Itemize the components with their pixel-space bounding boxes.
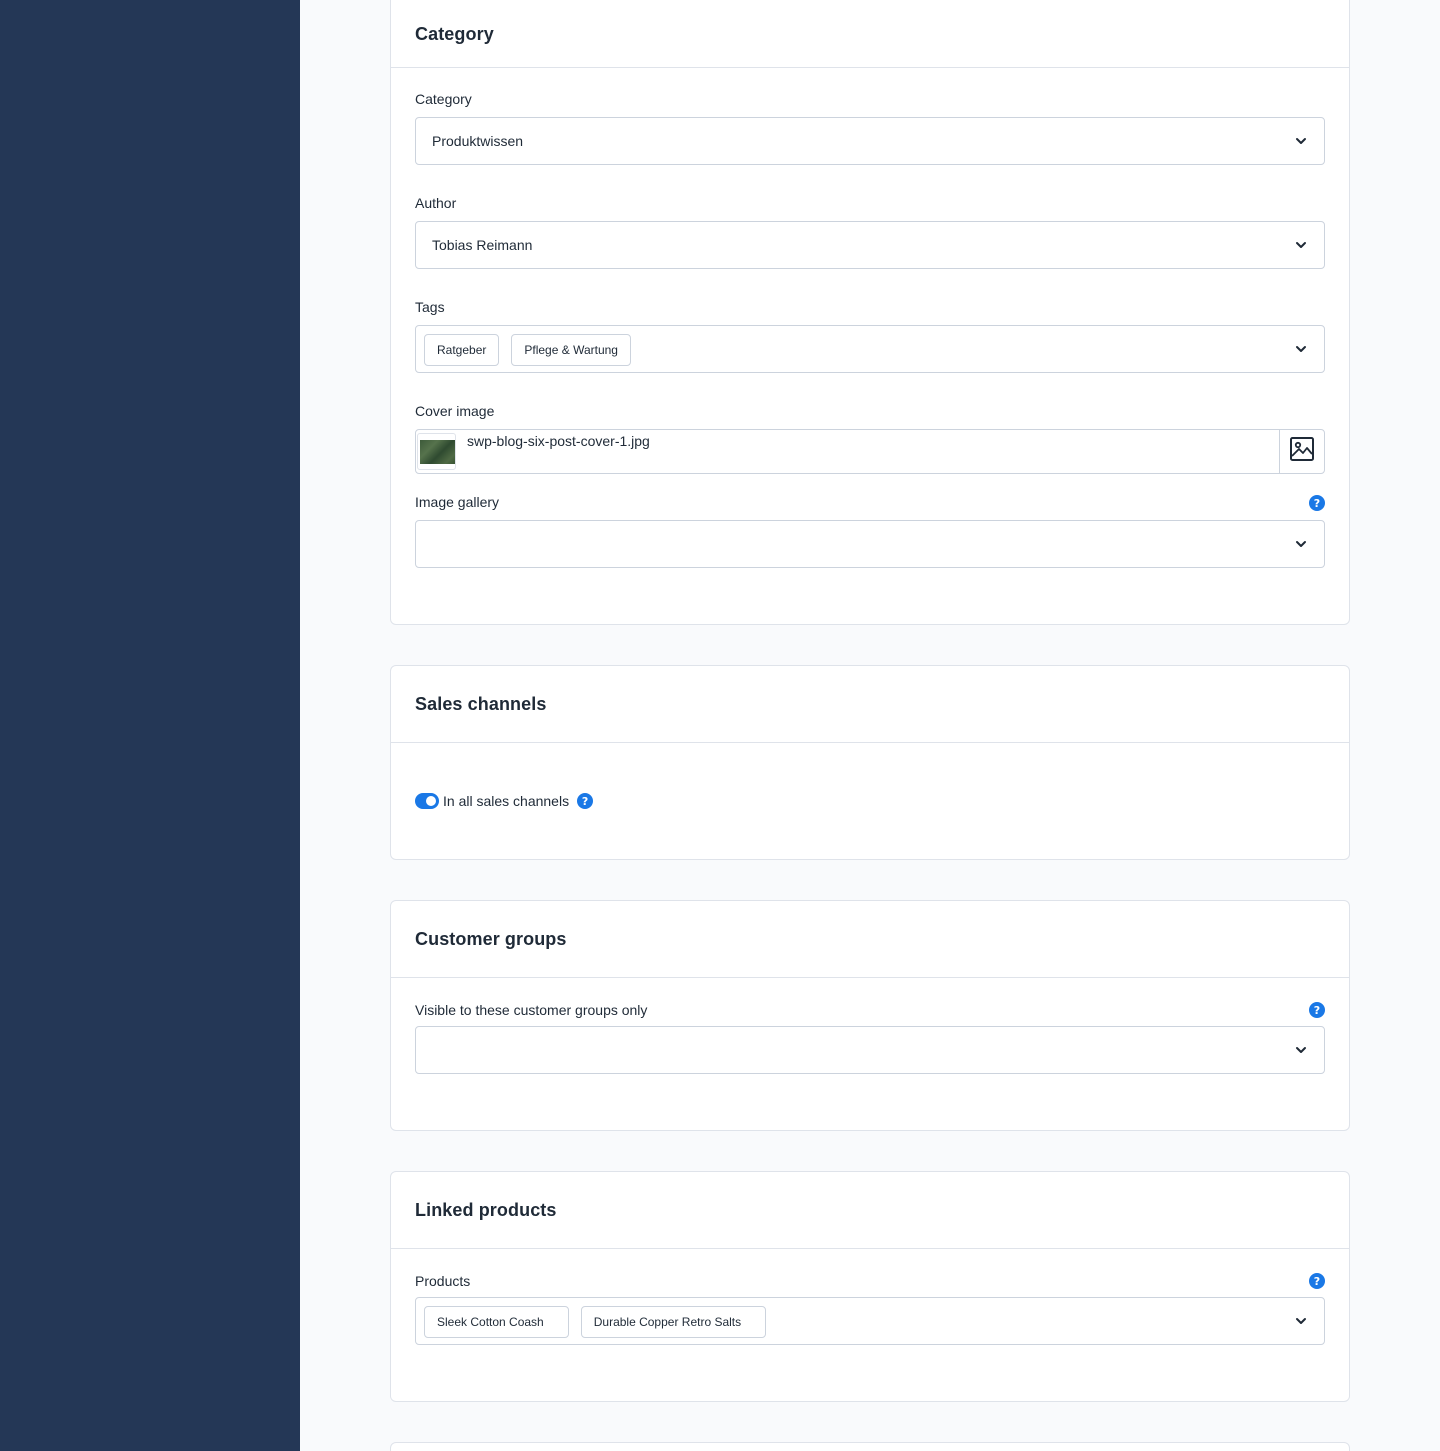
card-header: Sales channels [391, 666, 1349, 743]
image-icon [1289, 436, 1315, 467]
tag-chip[interactable]: Ratgeber [424, 334, 500, 366]
cover-thumbnail-image [420, 440, 455, 464]
linked-products-card: Linked products Products ? Sleek Cotton … [390, 1171, 1350, 1402]
help-icon[interactable]: ? [1309, 495, 1325, 511]
image-gallery-select[interactable] [415, 520, 1325, 568]
all-sales-channels-toggle[interactable] [415, 793, 439, 809]
products-chip-list: Sleek Cotton Coash Durable Copper Retro … [424, 1306, 778, 1338]
chevron-down-icon[interactable] [1294, 1043, 1308, 1057]
category-card: Category Category Produktwissen Author T… [390, 0, 1350, 625]
tags-chip-list: Ratgeber Pflege & Wartung [424, 334, 643, 366]
customer-groups-select[interactable] [415, 1026, 1325, 1074]
tag-chip[interactable]: Pflege & Wartung [511, 334, 631, 366]
toggle-label: In all sales channels [443, 793, 570, 809]
product-chip[interactable]: Sleek Cotton Coash [424, 1306, 569, 1338]
tags-label: Tags [415, 299, 445, 315]
author-select[interactable]: Tobias Reimann [415, 221, 1325, 269]
next-card [390, 1442, 1350, 1451]
customer-groups-label: Visible to these customer groups only [415, 1002, 648, 1018]
help-icon[interactable]: ? [577, 793, 594, 809]
cover-image-label: Cover image [415, 403, 495, 419]
card-header: Linked products [391, 1172, 1349, 1249]
sidebar [0, 0, 300, 1451]
card-header: Category [391, 0, 1349, 68]
chevron-down-icon[interactable] [1294, 342, 1308, 356]
products-select[interactable]: Sleek Cotton Coash Durable Copper Retro … [415, 1297, 1325, 1345]
toggle-knob [426, 796, 436, 806]
category-select[interactable]: Produktwissen [415, 117, 1325, 165]
author-label: Author [415, 195, 457, 211]
chevron-down-icon[interactable] [1294, 537, 1308, 551]
chevron-down-icon[interactable] [1294, 238, 1308, 252]
open-media-button[interactable] [1279, 430, 1324, 473]
card-title: Category [415, 23, 494, 44]
sales-channels-card: Sales channels In all sales channels ? [390, 665, 1350, 860]
card-title: Sales channels [415, 693, 547, 714]
category-label: Category [415, 91, 472, 107]
cover-file-name: swp-blog-six-post-cover-1.jpg [467, 433, 650, 449]
author-select-value: Tobias Reimann [432, 237, 533, 253]
product-chip[interactable]: Durable Copper Retro Salts [580, 1306, 767, 1338]
card-title: Linked products [415, 1199, 557, 1220]
products-label: Products [415, 1273, 471, 1289]
tags-select[interactable]: Ratgeber Pflege & Wartung [415, 325, 1325, 373]
cover-thumbnail [417, 433, 456, 470]
image-gallery-label: Image gallery [415, 494, 500, 510]
sales-channel-toggle-row: In all sales channels ? [415, 793, 594, 809]
customer-groups-card: Customer groups Visible to these custome… [390, 900, 1350, 1131]
category-select-value: Produktwissen [432, 133, 524, 149]
cover-image-field[interactable]: swp-blog-six-post-cover-1.jpg [415, 429, 1325, 474]
chevron-down-icon[interactable] [1294, 134, 1308, 148]
help-icon[interactable]: ? [1309, 1002, 1325, 1018]
card-title: Customer groups [415, 928, 567, 949]
chevron-down-icon[interactable] [1294, 1314, 1308, 1328]
help-icon[interactable]: ? [1309, 1273, 1325, 1289]
card-header: Customer groups [391, 901, 1349, 978]
